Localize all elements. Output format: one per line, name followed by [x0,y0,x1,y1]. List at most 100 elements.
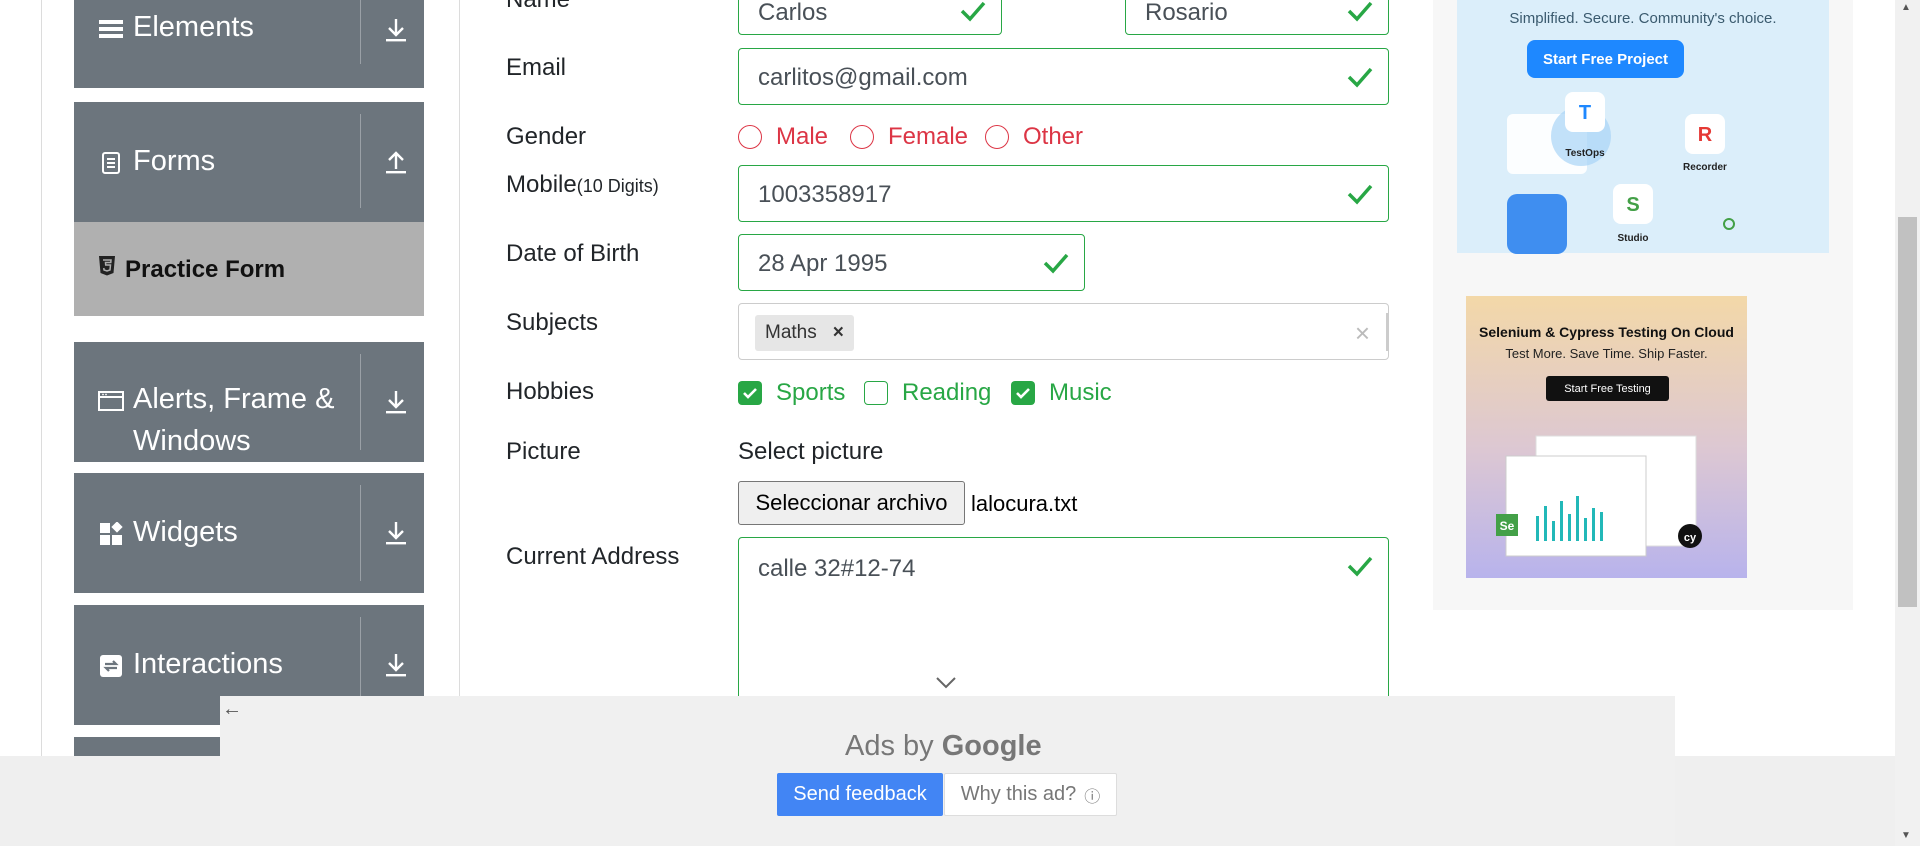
email-value: carlitos@gmail.com [758,64,968,91]
window-icon [98,388,124,414]
checkbox-unchecked[interactable] [864,381,888,405]
first-name-input[interactable]: Carlos [738,0,1002,35]
address-textarea[interactable]: calle 32#12-74 [738,537,1389,707]
radio-circle[interactable] [738,125,762,149]
divider [360,0,361,64]
valid-check-icon [1347,184,1373,205]
scrollbar[interactable]: ▲ ▼ [1895,0,1920,846]
chevron-down-icon[interactable] [935,676,957,690]
katalon-ad[interactable]: Simplified. Secure. Community's choice. … [1457,0,1829,254]
sidebar-group-label: Elements [133,11,254,43]
valid-check-icon [1347,1,1373,22]
divider [459,0,460,756]
checkbox-checked[interactable] [738,381,762,405]
gender-label: Gender [506,123,587,150]
clear-icon[interactable]: × [1355,318,1370,349]
valid-check-icon [960,1,986,22]
email-input[interactable]: carlitos@gmail.com [738,48,1389,105]
svg-text:Se: Se [1500,519,1515,533]
scroll-up-icon[interactable]: ▲ [1901,2,1911,13]
last-name-input[interactable]: Rosario [1125,0,1389,35]
radio-circle[interactable] [985,125,1009,149]
choose-file-button[interactable]: Seleccionar archivo [738,481,965,525]
ad-tagline: Simplified. Secure. Community's choice. [1509,10,1777,27]
sidebar-group-label: Interactions [133,648,283,680]
ad-illustration: Se cy [1496,435,1702,557]
widgets-icon [98,521,124,547]
gender-radio-other[interactable]: Other [985,123,1083,151]
valid-check-icon [1347,556,1373,577]
checkbox-label: Sports [776,379,846,406]
ads-by-google: Ads by Google [845,730,1042,763]
radio-label: Female [888,123,969,150]
sidebar-group-widgets[interactable]: Widgets [74,473,424,593]
svg-text:T: T [1579,102,1591,124]
svg-text:S: S [1626,194,1639,216]
html5-icon [98,256,116,282]
divider [360,114,361,208]
radio-circle[interactable] [850,125,874,149]
remove-tag-icon[interactable]: × [833,322,844,344]
subject-tag: Maths × [755,315,854,351]
sidebar-group-label: Windows [133,425,251,457]
hobby-checkbox-sports[interactable]: Sports [738,379,845,407]
gender-radio-male[interactable]: Male [738,123,828,151]
mobile-input[interactable]: 1003358917 [738,165,1389,222]
address-label: Current Address [506,543,680,570]
sidebar-group-alerts[interactable]: Alerts, Frame & Windows [74,342,424,462]
testing-ad[interactable]: Selenium & Cypress Testing On Cloud Test… [1466,296,1747,578]
exchange-icon [98,653,124,679]
page: Elements Forms Practice Form Alerts, Fra… [0,0,1920,846]
back-arrow-icon[interactable]: ← [222,698,242,721]
ad-headline: Selenium & Cypress Testing On Cloud [1479,324,1734,340]
dob-input[interactable]: 28 Apr 1995 [738,234,1085,291]
mobile-label-text: Mobile [506,171,577,198]
hobby-checkbox-reading[interactable]: Reading [864,379,991,407]
hobby-checkbox-music[interactable]: Music [1011,379,1112,407]
send-feedback-button[interactable]: Send feedback [777,773,943,816]
subjects-input[interactable]: Maths × × [738,303,1389,360]
sidebar-item-label: Practice Form [125,256,286,283]
download-icon[interactable] [380,517,412,549]
last-name-value: Rosario [1145,0,1228,26]
valid-check-icon [1043,253,1069,274]
gender-radio-female[interactable]: Female [850,123,968,151]
divider [360,354,361,450]
ad-label-studio: Studio [1617,233,1648,244]
svg-text:R: R [1698,124,1713,146]
dob-label: Date of Birth [506,240,640,267]
why-this-ad-label: Why this ad? [960,783,1077,805]
file-name: lalocura.txt [971,491,1078,516]
document-icon [98,150,124,176]
sidebar-group-label: Forms [133,145,216,177]
download-icon[interactable] [380,386,412,418]
why-this-ad-button[interactable]: Why this ad? ⓘ [944,773,1117,816]
select-picture-label: Select picture [738,438,884,465]
first-name-value: Carlos [758,0,828,26]
radio-label: Male [776,123,829,150]
sidebar-item-practice-form[interactable]: Practice Form [74,222,424,316]
ad-subheadline: Test More. Save Time. Ship Faster. [1505,346,1708,361]
upload-icon[interactable] [380,146,412,178]
start-free-project-button[interactable]: Start Free Project [1527,40,1684,78]
start-free-testing-button[interactable]: Start Free Testing [1546,376,1669,401]
mobile-value: 1003358917 [758,181,892,208]
hobbies-label: Hobbies [506,378,595,405]
sidebar-group-elements[interactable]: Elements [74,0,424,88]
dob-value: 28 Apr 1995 [758,250,888,277]
sidebar-group-forms[interactable]: Forms [74,102,424,222]
mobile-label: Mobile(10 Digits) [506,171,659,199]
download-icon[interactable] [380,649,412,681]
address-value: calle 32#12-74 [758,555,916,582]
divider [360,485,361,581]
ad-bar: ← Ads by Google Send feedback Why this a… [220,696,1675,846]
scrollbar-thumb[interactable] [1898,217,1917,607]
checkbox-checked[interactable] [1011,381,1035,405]
scroll-down-icon[interactable]: ▼ [1901,830,1911,841]
ad-label-recorder: Recorder [1683,162,1727,173]
ad-panel: Simplified. Secure. Community's choice. … [1433,0,1853,610]
subject-tag-label: Maths [765,322,817,343]
download-icon[interactable] [380,14,412,46]
checkbox-label: Reading [902,379,992,406]
sidebar-group-label: Widgets [133,516,238,548]
